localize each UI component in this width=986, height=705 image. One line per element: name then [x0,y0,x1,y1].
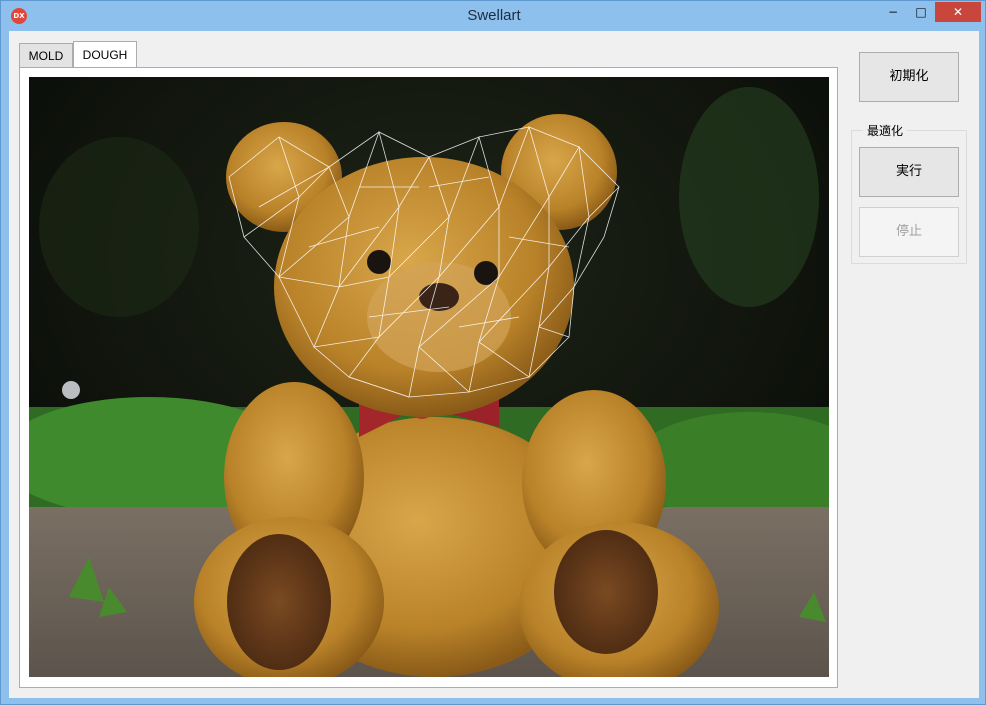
client-area: MOLD DOUGH 初期化 最適化 実行 停止 [9,31,979,698]
image-canvas[interactable] [29,77,829,677]
tab-mold[interactable]: MOLD [19,43,73,67]
tab-panel [19,67,838,688]
maximize-icon[interactable]: □ [907,2,935,22]
window-title: Swellart [467,7,521,24]
minimize-icon[interactable]: − [879,2,907,22]
stop-button: 停止 [859,207,959,257]
initialize-button[interactable]: 初期化 [859,52,959,102]
title-bar[interactable]: DX Swellart − □ ✕ [1,1,986,31]
close-icon[interactable]: ✕ [935,2,981,22]
tab-dough[interactable]: DOUGH [73,41,137,67]
optimize-group-label: 最適化 [863,122,908,139]
teddy-bear-image [29,77,829,677]
app-window: DX Swellart − □ ✕ MOLD DOUGH 初期化 最適化 実行 … [0,0,986,705]
run-button[interactable]: 実行 [859,147,959,197]
